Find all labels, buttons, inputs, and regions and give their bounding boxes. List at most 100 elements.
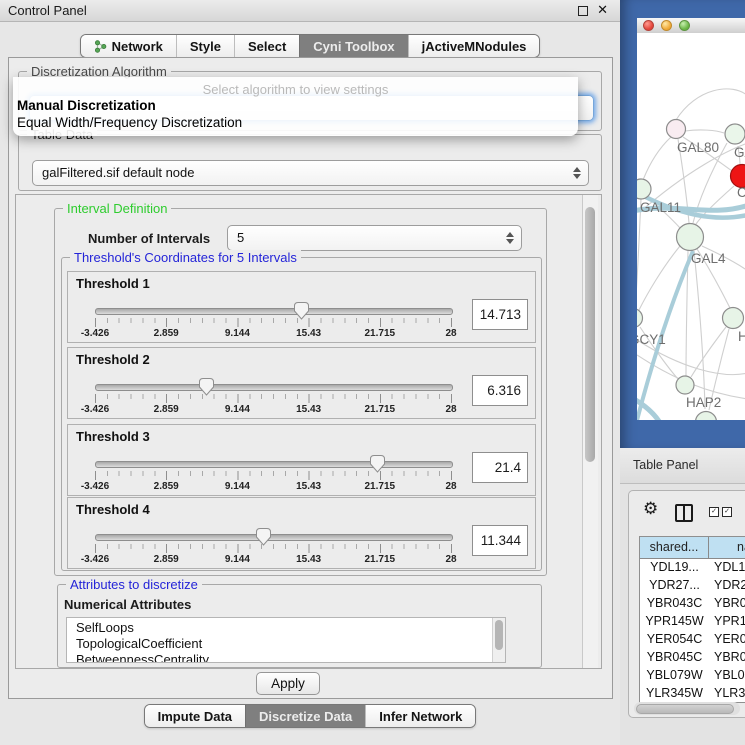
table-row[interactable]: YLR345WYLR3 [640, 684, 745, 702]
tab-jactivemnodules[interactable]: jActiveMNodules [408, 35, 540, 57]
network-window-titlebar[interactable] [637, 18, 745, 34]
control-panel-titlebar: Control Panel ✕ [0, 0, 620, 22]
table-row[interactable]: YDR27...YDR2 [640, 576, 745, 594]
threshold-label: Threshold 2 [76, 352, 150, 367]
table-row[interactable]: YPR145WYPR1 [640, 612, 745, 630]
tab-label: Discretize Data [259, 709, 352, 724]
slider-tick-labels: -3.426 2.859 9.144 15.43 21.715 28 [95, 404, 451, 416]
table-h-scrollbar-thumb[interactable] [636, 704, 734, 714]
top-tab-bar: Network Style Select Cyni Toolbox jActiv… [0, 34, 620, 58]
algorithm-dropdown-popup: Select algorithm to view settings Manual… [13, 77, 578, 136]
num-intervals-value: 5 [237, 226, 244, 250]
threshold-1-panel: Threshold 1 -3.426 2.859 9.144 [67, 271, 536, 343]
close-traffic-light-icon[interactable] [643, 20, 654, 31]
table-row[interactable]: YBR045CYBR0 [640, 648, 745, 666]
numerical-attributes-list[interactable]: SelfLoops TopologicalCoefficient Between… [66, 617, 506, 663]
list-item[interactable]: TopologicalCoefficient [76, 636, 202, 652]
tab-network[interactable]: Network [81, 35, 176, 57]
tab-infer-network[interactable]: Infer Network [365, 705, 475, 727]
network-canvas[interactable]: GAL80 GA C GAL11 GAL4 GCY1 H HAP2 [637, 33, 745, 420]
settings-gear-icon[interactable]: ⚙ [643, 499, 658, 519]
threshold-4-panel: Threshold 4 -3.426 2.859 9.144 [67, 497, 536, 569]
table-row[interactable]: YBR043CYBR0 [640, 594, 745, 612]
node-gal80 [667, 120, 686, 139]
float-window-icon[interactable] [578, 6, 588, 16]
tab-segment-control: Network Style Select Cyni Toolbox jActiv… [80, 34, 541, 58]
threshold-3-slider[interactable] [95, 461, 453, 468]
tab-label: Style [190, 39, 221, 54]
thresholds-group: Threshold's Coordinates for 5 Intervals … [61, 257, 542, 571]
close-panel-icon[interactable]: ✕ [597, 2, 608, 18]
node-hap2 [676, 376, 694, 394]
threshold-2-value[interactable]: 6.316 [472, 375, 528, 406]
threshold-1-value[interactable]: 14.713 [472, 299, 528, 330]
table-row[interactable]: YER054CYER0 [640, 630, 745, 648]
node-top-right [725, 124, 745, 144]
threshold-4-value[interactable]: 11.344 [472, 525, 528, 556]
node-label: H [738, 329, 745, 344]
tab-label: jActiveMNodules [422, 39, 527, 54]
node-gal11 [637, 179, 651, 199]
stepper-arrows-icon [573, 167, 581, 179]
popup-option-equal-width-frequency[interactable]: Equal Width/Frequency Discretization [17, 115, 242, 130]
zoom-traffic-light-icon[interactable] [679, 20, 690, 31]
group-title: Interval Definition [63, 201, 171, 216]
node-gcy1 [637, 309, 643, 328]
tab-discretize-data[interactable]: Discretize Data [245, 705, 365, 727]
threshold-1-slider[interactable] [95, 308, 453, 315]
list-item[interactable]: SelfLoops [76, 620, 134, 636]
node-bottom [696, 412, 717, 421]
column-layout-icon[interactable] [675, 504, 693, 522]
tab-cyni-toolbox[interactable]: Cyni Toolbox [299, 35, 407, 57]
numerical-attributes-label: Numerical Attributes [64, 597, 191, 612]
tab-style[interactable]: Style [176, 35, 234, 57]
minimize-traffic-light-icon[interactable] [661, 20, 672, 31]
num-intervals-select[interactable]: 5 [227, 225, 522, 251]
threshold-4-slider[interactable] [95, 534, 453, 541]
cyni-toolbox-panel: Discretization Algorithm Table Data galF… [8, 57, 613, 699]
tab-label: Network [112, 39, 163, 54]
panel-scrollbar[interactable] [582, 195, 598, 668]
threshold-label: Threshold 3 [76, 429, 150, 444]
tab-segment-control: Impute Data Discretize Data Infer Networ… [144, 704, 477, 728]
threshold-3-panel: Threshold 3 -3.426 2.859 9.144 [67, 424, 536, 496]
tab-label: Cyni Toolbox [313, 39, 394, 54]
threshold-label: Threshold 4 [76, 502, 150, 517]
column-header-shared-name[interactable]: shared... [640, 537, 709, 558]
panel-title: Control Panel [8, 3, 87, 18]
checkbox-icon[interactable]: ✓ [722, 507, 732, 517]
tab-label: Impute Data [158, 709, 232, 724]
column-header-name[interactable]: na [709, 537, 745, 558]
right-column: GAL80 GA C GAL11 GAL4 GCY1 H HAP2 Table … [620, 0, 745, 745]
table-row[interactable]: YDL19...YDL1 [640, 558, 745, 576]
list-scrollbar[interactable] [492, 618, 505, 662]
table-h-scrollbar[interactable] [634, 702, 740, 715]
node-label: GAL11 [640, 200, 681, 215]
panel-scrollbar-thumb[interactable] [585, 207, 595, 462]
interval-definition-group: Interval Definition Number of Intervals … [54, 208, 547, 576]
screenshot-root: Control Panel ✕ Network [0, 0, 745, 745]
table-data-select[interactable]: galFiltered.sif default node [32, 160, 589, 186]
node-label: C [737, 185, 745, 200]
checkbox-icon[interactable]: ✓ [709, 507, 719, 517]
node-gal4 [677, 224, 704, 251]
slider-ticks [95, 318, 452, 327]
popup-option-manual-discretization[interactable]: Manual Discretization [17, 98, 156, 113]
apply-button[interactable]: Apply [256, 672, 320, 695]
list-item[interactable]: BetweennessCentrality [76, 652, 209, 663]
tab-impute-data[interactable]: Impute Data [145, 705, 245, 727]
node-label: GCY1 [637, 332, 666, 347]
threshold-2-slider[interactable] [95, 384, 453, 391]
num-intervals-label: Number of Intervals [88, 231, 210, 246]
threshold-label: Threshold 1 [76, 276, 150, 291]
table-panel-title: Table Panel [633, 458, 698, 472]
slider-tick-labels: -3.426 2.859 9.144 15.43 21.715 28 [95, 328, 451, 340]
network-icon [94, 40, 107, 53]
node-label: GA [734, 145, 745, 160]
tab-select[interactable]: Select [234, 35, 299, 57]
threshold-2-panel: Threshold 2 -3.426 2.859 9.144 [67, 347, 536, 419]
list-scrollbar-thumb[interactable] [495, 620, 503, 650]
threshold-3-value[interactable]: 21.4 [472, 452, 528, 483]
table-header-row: shared... na [640, 537, 745, 559]
table-row[interactable]: YBL079WYBL0 [640, 666, 745, 684]
